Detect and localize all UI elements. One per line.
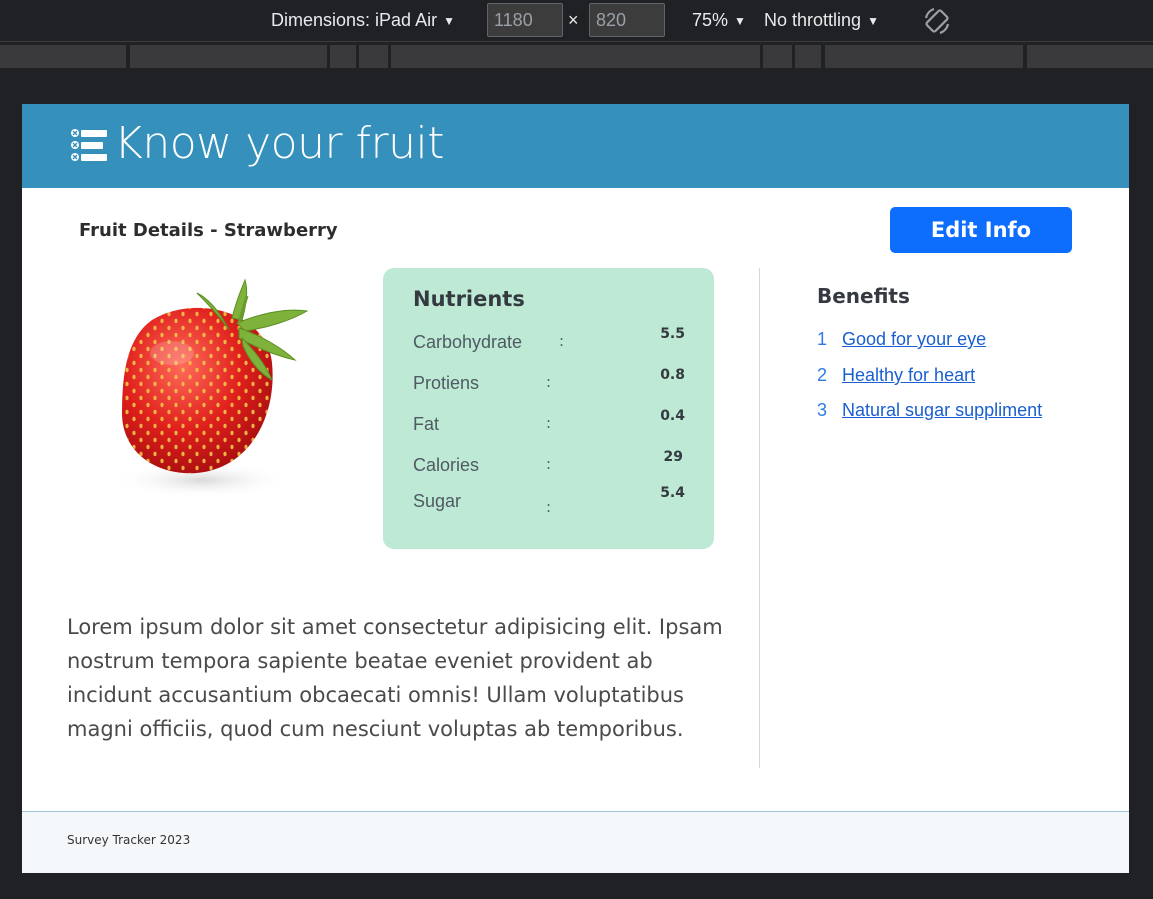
nutrient-row: Calories : 29 <box>413 449 685 485</box>
page-viewport: Know your fruit Fruit Details - Strawber… <box>22 104 1129 873</box>
devtools-device-toolbar: Dimensions: iPad Air ▼ × 75% ▼ No thrott… <box>0 0 1153 42</box>
throttling-label: No throttling <box>764 10 862 30</box>
nutrients-card: Nutrients Carbohydrate : 5.5 Protiens : … <box>383 268 714 549</box>
zoom-label: 75% <box>692 10 729 30</box>
nutrient-colon: : <box>546 498 552 516</box>
ruler-segment[interactable] <box>130 45 327 68</box>
nutrient-colon: : <box>546 373 552 391</box>
times-symbol: × <box>568 10 579 30</box>
nutrient-value: 5.5 <box>660 326 685 342</box>
ruler-segment[interactable] <box>359 45 388 68</box>
page-subheader: Fruit Details - Strawberry <box>79 220 338 241</box>
fruit-description: Lorem ipsum dolor sit amet consectetur a… <box>67 615 723 741</box>
ruler-segment[interactable] <box>391 45 760 68</box>
rotate-device-icon[interactable] <box>922 6 952 36</box>
app-header: Know your fruit <box>22 104 1129 188</box>
column-divider <box>759 268 760 768</box>
benefit-item: 2 Healthy for heart <box>817 365 975 386</box>
nutrient-name: Calories <box>413 455 480 475</box>
ruler-segment[interactable] <box>0 45 126 68</box>
nutrient-value: 0.8 <box>660 367 685 383</box>
benefit-item: 1 Good for your eye <box>817 329 986 350</box>
devtools-bottom-area <box>0 873 1153 899</box>
benefit-number: 1 <box>817 329 828 349</box>
nutrient-name: Carbohydrate <box>413 332 523 352</box>
height-input[interactable] <box>589 3 665 37</box>
nutrient-value: 5.4 <box>660 485 685 501</box>
nutrient-colon: : <box>546 414 552 432</box>
caret-down-icon: ▼ <box>443 13 455 28</box>
ruler-segment[interactable] <box>825 45 1023 68</box>
ruler-segment[interactable] <box>763 45 792 68</box>
benefit-link[interactable]: Good for your eye <box>842 329 986 349</box>
app-title: Know your fruit <box>114 118 445 169</box>
benefit-item: 3 Natural sugar suppliment <box>817 400 1042 421</box>
benefit-link[interactable]: Natural sugar suppliment <box>842 400 1042 420</box>
benefit-number: 2 <box>817 365 828 385</box>
nutrient-row: Fat : 0.4 <box>413 408 685 444</box>
media-query-ruler <box>0 43 1153 70</box>
edit-info-button[interactable]: Edit Info <box>890 207 1072 253</box>
footer-text: Survey Tracker 2023 <box>67 833 191 847</box>
nutrient-name: Sugar <box>413 491 462 511</box>
nutrient-colon: : <box>559 332 565 350</box>
throttling-dropdown[interactable]: No throttling ▼ <box>764 10 879 31</box>
nutrient-value: 0.4 <box>660 408 685 424</box>
fruit-image <box>112 278 309 498</box>
checklist-icon <box>71 129 107 161</box>
nutrient-row: Protiens : 0.8 <box>413 367 685 403</box>
width-input[interactable] <box>487 3 563 37</box>
nutrient-row: Sugar : 5.4 <box>413 485 685 521</box>
device-dimensions-label: Dimensions: iPad Air <box>271 10 438 30</box>
nutrients-title: Nutrients <box>413 287 525 311</box>
device-dimensions-dropdown[interactable]: Dimensions: iPad Air ▼ <box>271 10 455 31</box>
ruler-segment[interactable] <box>795 45 821 68</box>
benefit-link[interactable]: Healthy for heart <box>842 365 975 385</box>
nutrient-value: 29 <box>663 449 683 465</box>
caret-down-icon: ▼ <box>867 13 879 28</box>
zoom-dropdown[interactable]: 75% ▼ <box>692 10 746 31</box>
benefits-title: Benefits <box>817 284 910 308</box>
ruler-segment[interactable] <box>330 45 356 68</box>
nutrient-name: Protiens <box>413 373 480 393</box>
page-footer: Survey Tracker 2023 <box>22 811 1129 873</box>
caret-down-icon: ▼ <box>734 13 746 28</box>
benefit-number: 3 <box>817 400 828 420</box>
nutrient-name: Fat <box>413 414 440 434</box>
nutrient-colon: : <box>546 455 552 473</box>
nutrient-row: Carbohydrate : 5.5 <box>413 326 685 362</box>
ruler-segment[interactable] <box>1027 45 1153 68</box>
